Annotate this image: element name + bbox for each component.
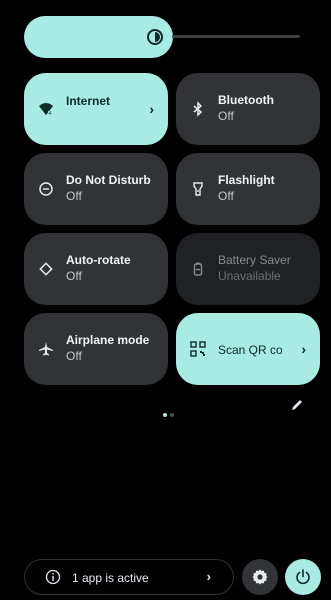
page-dot-active [163, 413, 167, 417]
settings-button[interactable] [242, 559, 278, 595]
tile-scan-qr-label: Scan QR code [218, 343, 282, 357]
brightness-slider[interactable] [24, 16, 173, 58]
active-apps-text: 1 app is active [72, 571, 149, 585]
tile-airplane-mode[interactable]: Airplane mode Off [24, 313, 168, 385]
tile-internet[interactable]: 4 Internet › [24, 73, 168, 145]
do-not-disturb-icon [38, 181, 54, 197]
chevron-right-icon: › [206, 569, 211, 584]
svg-text:4: 4 [49, 111, 52, 117]
brightness-track[interactable] [172, 35, 300, 38]
tile-dnd-state: Off [66, 189, 82, 203]
edit-pencil-icon[interactable] [290, 398, 304, 412]
page-dot [170, 413, 174, 417]
tile-auto-rotate[interactable]: Auto-rotate Off [24, 233, 168, 305]
tile-flashlight-state: Off [218, 189, 234, 203]
tile-flashlight-label: Flashlight [218, 173, 275, 187]
tile-battery-saver-label: Battery Saver [218, 253, 291, 267]
battery-icon [190, 261, 206, 277]
tile-battery-saver[interactable]: Battery Saver Unavailable [176, 233, 320, 305]
brightness-icon [145, 27, 165, 47]
tile-airplane-state: Off [66, 349, 82, 363]
tile-scan-qr[interactable]: Scan QR code › [176, 313, 320, 385]
tile-auto-rotate-label: Auto-rotate [66, 253, 131, 267]
chevron-right-icon: › [149, 101, 154, 117]
active-apps-button[interactable]: 1 app is active › [24, 559, 234, 595]
tile-airplane-label: Airplane mode [66, 333, 150, 347]
tile-internet-label: Internet [66, 94, 111, 108]
tile-flashlight[interactable]: Flashlight Off [176, 153, 320, 225]
rotate-icon [38, 261, 54, 277]
bluetooth-icon [190, 101, 206, 117]
tile-bluetooth-label: Bluetooth [218, 93, 274, 107]
qr-code-icon [190, 341, 206, 357]
tile-auto-rotate-state: Off [66, 269, 82, 283]
tile-battery-saver-state: Unavailable [218, 269, 281, 283]
info-icon [45, 569, 61, 585]
chevron-right-icon: › [301, 341, 306, 357]
tile-do-not-disturb[interactable]: Do Not Disturb Off [24, 153, 168, 225]
tile-bluetooth-state: Off [218, 109, 234, 123]
tile-bluetooth[interactable]: Bluetooth Off [176, 73, 320, 145]
page-indicator [163, 404, 177, 422]
airplane-icon [38, 341, 54, 357]
flashlight-icon [190, 181, 206, 197]
wifi-icon: 4 [38, 101, 54, 117]
power-button[interactable] [285, 559, 321, 595]
tile-dnd-label: Do Not Disturb [66, 173, 151, 187]
